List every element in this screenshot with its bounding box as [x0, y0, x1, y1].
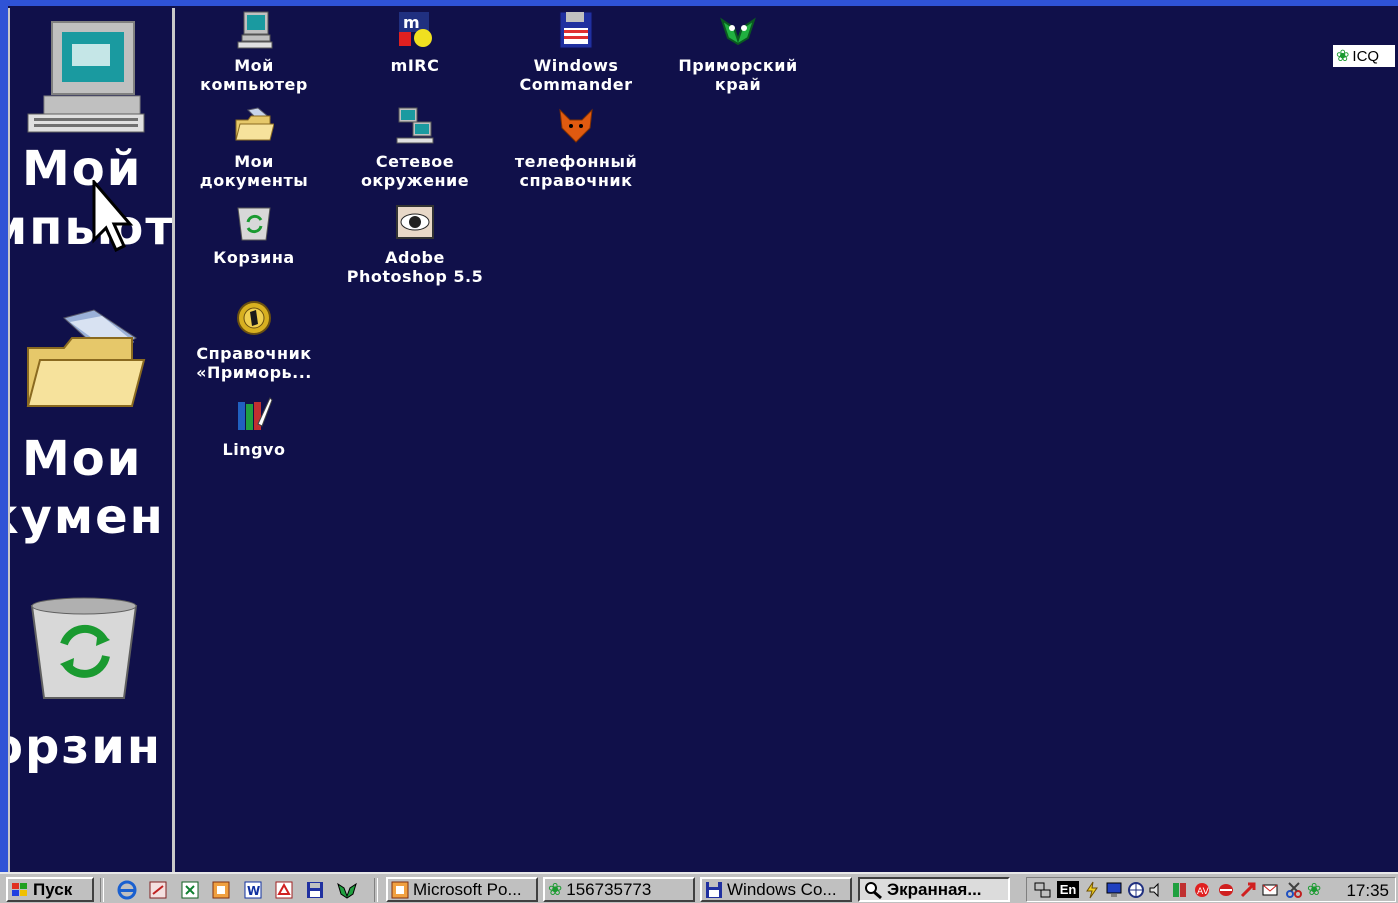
icq-button[interactable]: ❀ ICQ	[1333, 45, 1395, 67]
info-disk-icon	[237, 301, 271, 335]
outlook-icon[interactable]	[147, 880, 169, 900]
desktop-icon-my-computer[interactable]: Мой компьютер	[179, 10, 329, 94]
svg-text:W: W	[247, 884, 260, 898]
desktop-icon-my-documents[interactable]: Мои документы	[179, 106, 329, 190]
magnified-label-3: Мои	[22, 431, 143, 487]
icon-label: телефонный справочник	[514, 152, 638, 190]
tiger-icon	[720, 17, 756, 46]
magnified-recycle-bin-icon	[30, 597, 138, 699]
acrobat-icon[interactable]	[273, 880, 295, 900]
icq-label: ICQ	[1352, 47, 1380, 65]
book-icon[interactable]	[1171, 881, 1189, 899]
word-icon[interactable]: W	[242, 880, 264, 900]
app-icon[interactable]	[1217, 881, 1235, 899]
task-button-icq[interactable]: ❀ 156735773	[543, 877, 695, 902]
desktop-icon-photoshop[interactable]: Adobe Photoshop 5.5	[340, 202, 490, 286]
mirc-icon: m	[399, 12, 432, 47]
task-button-magnifier[interactable]: Экранная...	[858, 877, 1010, 902]
desktop-icon-windows-commander[interactable]: Windows Commander	[501, 10, 651, 94]
tiger-icon[interactable]	[336, 880, 358, 900]
mouse-cursor-icon	[92, 180, 134, 252]
svg-text:m: m	[403, 13, 420, 32]
desktop-icon-mirc[interactable]: m mIRC	[340, 10, 490, 75]
desktop-icon-recycle-bin[interactable]: Корзина	[179, 202, 329, 267]
globe-icon[interactable]	[1127, 881, 1145, 899]
arrow-icon[interactable]	[1239, 881, 1257, 899]
volume-icon[interactable]	[1147, 881, 1165, 899]
folder-icon	[235, 107, 274, 141]
magnified-label-4: кумен	[10, 489, 165, 545]
powerpoint-icon[interactable]	[210, 880, 232, 900]
taskbar-separator	[100, 878, 104, 902]
desktop-icon-primorsky[interactable]: Приморский край	[663, 10, 813, 94]
icon-label: Справочник «Приморь...	[196, 344, 312, 382]
ie-icon[interactable]	[116, 880, 138, 900]
icon-label: Приморский край	[678, 56, 798, 94]
save-icon[interactable]	[304, 880, 326, 900]
magnified-folder-icon	[26, 309, 146, 407]
desktop-icon-spravochnik[interactable]: Справочник «Приморь...	[179, 298, 329, 382]
taskbar-separator	[374, 878, 378, 902]
icon-label: Мои документы	[199, 152, 309, 190]
antivirus-icon[interactable]: AV	[1193, 881, 1211, 899]
network-icon	[396, 107, 434, 144]
task-label: Microsoft Po...	[413, 879, 522, 899]
desktop-icon-network[interactable]: Сетевое окружение	[340, 106, 490, 190]
taskbar: Пуск W Microsoft Po... ❀ 156735773 Windo…	[0, 872, 1398, 903]
screen-top-border	[0, 0, 1398, 6]
task-button-windows-commander[interactable]: Windows Co...	[700, 877, 852, 902]
task-label: Windows Co...	[727, 879, 837, 899]
magnifier-icon	[865, 881, 882, 899]
screen-left-border	[0, 0, 8, 872]
icon-label: Windows Commander	[519, 56, 633, 94]
books-icon	[238, 397, 273, 430]
task-label: 156735773	[566, 879, 652, 899]
desktop-icon-lingvo[interactable]: Lingvo	[179, 394, 329, 459]
system-tray: En AV ❀ 17:35	[1026, 877, 1396, 902]
magnified-computer-icon	[27, 21, 145, 133]
mail-icon[interactable]	[1261, 881, 1279, 899]
floppy-icon	[706, 881, 722, 898]
task-label: Экранная...	[887, 879, 982, 899]
svg-text:AV: AV	[1197, 887, 1210, 897]
network-tray-icon[interactable]	[1033, 881, 1051, 899]
icon-label: Сетевое окружение	[360, 152, 470, 190]
start-label: Пуск	[33, 879, 73, 899]
desktop-icon-phone-directory[interactable]: телефонный справочник	[501, 106, 651, 190]
icon-label: mIRC	[390, 56, 440, 75]
computer-icon	[237, 11, 273, 49]
task-button-powerpoint[interactable]: Microsoft Po...	[386, 877, 538, 902]
monitor-icon[interactable]	[1105, 881, 1123, 899]
flower-icon: ❀	[1336, 48, 1350, 65]
clock[interactable]: 17:35	[1346, 881, 1389, 901]
windows-logo-icon	[12, 882, 27, 896]
language-indicator[interactable]: En	[1057, 881, 1079, 898]
icon-label: Adobe Photoshop 5.5	[346, 248, 484, 286]
powerpoint-icon	[391, 881, 409, 898]
scissors-icon[interactable]	[1285, 881, 1303, 899]
floppy-icon	[559, 11, 593, 49]
recycle-bin-icon	[237, 207, 271, 241]
icon-label: Lingvo	[222, 440, 286, 459]
flower-icon: ❀	[548, 879, 563, 899]
flower-icon[interactable]: ❀	[1307, 881, 1325, 899]
magnifier-panel: Мой мпьют Мои кумен орзин	[8, 8, 175, 872]
eye-icon	[396, 205, 434, 239]
icon-label: Мой компьютер	[200, 56, 308, 94]
icon-label: Корзина	[213, 248, 295, 267]
power-icon[interactable]	[1083, 881, 1101, 899]
fox-icon	[559, 108, 593, 143]
excel-icon[interactable]	[179, 880, 201, 900]
start-button[interactable]: Пуск	[6, 877, 94, 902]
magnified-label-5: орзин	[10, 719, 163, 775]
